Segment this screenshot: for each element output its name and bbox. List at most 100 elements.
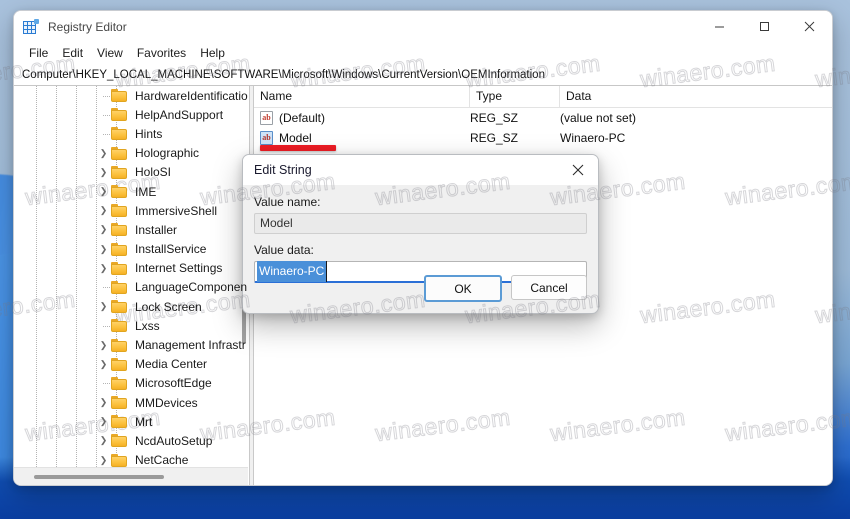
dialog-body: Value name: Model Value data: Winaero-PC: [243, 185, 598, 283]
value-name-field[interactable]: Model: [254, 213, 587, 234]
column-header-name[interactable]: Name: [254, 86, 470, 107]
annotation-underline: [260, 145, 336, 151]
folder-icon: [111, 185, 127, 199]
folder-icon: [111, 223, 127, 237]
tree-item-label: NcdAutoSetup: [135, 433, 213, 448]
window-controls: [697, 11, 832, 42]
value-row[interactable]: (Default) REG_SZ (value not set): [254, 108, 832, 128]
value-row[interactable]: ModelREG_SZWinaero-PC: [254, 128, 832, 151]
chevron-right-icon[interactable]: ❯: [96, 397, 111, 408]
folder-icon: [111, 242, 127, 256]
tree-item[interactable]: ❯ Media Center: [14, 355, 248, 374]
tree-item-label: MicrosoftEdge: [135, 376, 212, 391]
values-column-headers: Name Type Data: [254, 86, 832, 108]
menu-item-view[interactable]: View: [90, 45, 130, 61]
chevron-right-icon[interactable]: ❯: [96, 167, 111, 178]
tree-horizontal-scrollbar[interactable]: [14, 467, 248, 485]
value-name-label: Value name:: [254, 195, 321, 209]
tree-item[interactable]: ❯ NetCache: [14, 451, 248, 468]
dialog-title: Edit String: [254, 163, 312, 177]
tree-item-label: HelpAndSupport: [135, 107, 224, 122]
chevron-right-icon[interactable]: ❯: [96, 301, 111, 312]
chevron-right-icon[interactable]: ❯: [96, 359, 111, 370]
tree-item[interactable]: ❯ InstallService: [14, 240, 248, 259]
tree-item[interactable]: ❯ Management Infrastr: [14, 335, 248, 354]
chevron-right-icon[interactable]: ❯: [96, 205, 111, 216]
close-icon[interactable]: [787, 11, 832, 42]
status-bar: [14, 485, 832, 486]
tree-item[interactable]: Hints: [14, 124, 248, 143]
tree-item[interactable]: ❯ Holographic: [14, 144, 248, 163]
tree-item-label: Hints: [135, 126, 163, 141]
menu-item-file[interactable]: File: [22, 45, 55, 61]
tree-item[interactable]: HelpAndSupport: [14, 105, 248, 124]
tree-item[interactable]: LanguageComponen: [14, 278, 248, 297]
chevron-right-icon[interactable]: ❯: [96, 435, 111, 446]
folder-icon: [111, 453, 127, 467]
value-name-text: (Default): [279, 111, 326, 125]
tree-item[interactable]: ❯ HoloSI: [14, 163, 248, 182]
tree-item-label: HoloSI: [135, 165, 172, 180]
tree-item-label: Lock Screen: [135, 299, 202, 314]
tree-item[interactable]: ❯ Lock Screen: [14, 297, 248, 316]
chevron-right-icon[interactable]: ❯: [96, 186, 111, 197]
tree-item[interactable]: ❯ IME: [14, 182, 248, 201]
tree-item[interactable]: ❯ ImmersiveShell: [14, 201, 248, 220]
maximize-icon[interactable]: [742, 11, 787, 42]
tree-item-label: InstallService: [135, 242, 207, 257]
tree-item[interactable]: ❯ MMDevices: [14, 393, 248, 412]
menu-bar: File Edit View Favorites Help: [14, 42, 832, 64]
address-bar[interactable]: Computer\HKEY_LOCAL_MACHINE\SOFTWARE\Mic…: [14, 64, 832, 86]
folder-icon: [111, 204, 127, 218]
ok-button[interactable]: OK: [424, 275, 502, 302]
registry-tree: HardwareIdentification HelpAndSupport Hint…: [14, 86, 248, 468]
value-name-cell: (Default): [254, 108, 470, 128]
folder-icon: [111, 280, 127, 294]
tree-item-label: Lxss: [135, 318, 160, 333]
tree-item-label: LanguageComponen: [135, 280, 248, 295]
chevron-right-icon[interactable]: ❯: [96, 148, 111, 159]
tree-item[interactable]: ❯ Mrt: [14, 412, 248, 431]
folder-icon: [111, 319, 127, 333]
folder-icon: [111, 396, 127, 410]
chevron-right-icon[interactable]: ❯: [96, 340, 111, 351]
tree-item-label: IME: [135, 184, 157, 199]
column-header-type[interactable]: Type: [470, 86, 560, 107]
edit-string-dialog: Edit String Value name: Model Value data…: [242, 154, 599, 314]
tree-item-label: ImmersiveShell: [135, 203, 218, 218]
value-data-cell: Winaero-PC: [560, 131, 626, 145]
minimize-icon[interactable]: [697, 11, 742, 42]
tree-item[interactable]: HardwareIdentification: [14, 86, 248, 105]
menu-item-help[interactable]: Help: [193, 45, 232, 61]
value-data-cell: (value not set): [560, 111, 637, 125]
value-data-label: Value data:: [254, 243, 314, 257]
folder-icon: [111, 300, 127, 314]
chevron-right-icon[interactable]: ❯: [96, 416, 111, 427]
folder-icon: [111, 89, 127, 103]
value-type-cell: REG_SZ: [470, 131, 519, 145]
folder-icon: [111, 261, 127, 275]
chevron-right-icon[interactable]: ❯: [96, 244, 111, 255]
tree-item[interactable]: ❯ Installer: [14, 220, 248, 239]
column-header-data[interactable]: Data: [560, 86, 832, 107]
tree-item[interactable]: ❯ NcdAutoSetup: [14, 431, 248, 450]
menu-item-favorites[interactable]: Favorites: [130, 45, 193, 61]
folder-icon: [111, 108, 127, 122]
chevron-right-icon[interactable]: ❯: [96, 224, 111, 235]
tree-item-label: Holographic: [135, 146, 200, 161]
folder-icon: [111, 415, 127, 429]
tree-item-label: NetCache: [135, 453, 189, 468]
cancel-button[interactable]: Cancel: [511, 275, 587, 300]
tree-item-label: Management Infrastr: [135, 338, 246, 353]
chevron-right-icon[interactable]: ❯: [96, 263, 111, 274]
chevron-right-icon[interactable]: ❯: [96, 455, 111, 466]
tree-item-label: Installer: [135, 222, 178, 237]
close-icon[interactable]: [558, 155, 598, 185]
tree-item[interactable]: Lxss: [14, 316, 248, 335]
string-value-icon: [260, 111, 273, 125]
folder-icon: [111, 165, 127, 179]
tree-horizontal-scroll-thumb[interactable]: [34, 475, 164, 479]
tree-item[interactable]: MicrosoftEdge: [14, 374, 248, 393]
menu-item-edit[interactable]: Edit: [55, 45, 90, 61]
tree-item[interactable]: ❯ Internet Settings: [14, 259, 248, 278]
